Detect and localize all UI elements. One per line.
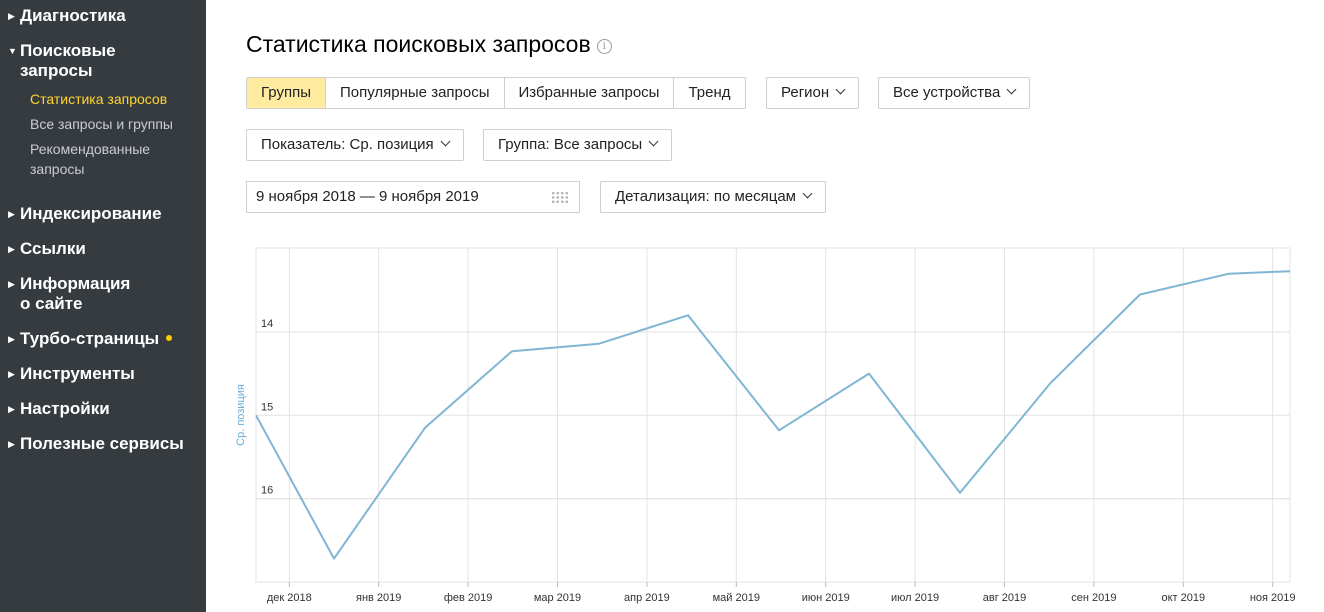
sidebar-item-site-info[interactable]: ▶ Информация о сайте <box>8 274 140 314</box>
sidebar-item-useful-services[interactable]: ▶ Полезные сервисы <box>8 434 184 454</box>
sidebar-subitem-query-stats[interactable]: Статистика запросов <box>30 89 200 109</box>
caret-right-icon: ▶ <box>8 11 15 21</box>
sidebar-item-links[interactable]: ▶ Ссылки <box>8 239 86 259</box>
caret-right-icon: ▶ <box>8 334 15 344</box>
x-tick-label: ноя 2019 <box>1250 592 1296 604</box>
plot-area-frame <box>255 247 1291 583</box>
tab-groups[interactable]: Группы <box>247 78 326 108</box>
sidebar: ▶ Диагностика ▼ Поисковые запросы Статисти… <box>0 0 206 612</box>
page-title: Статистика поисковых запросов i <box>246 31 612 57</box>
y-axis-label: Ср. позиция <box>235 384 247 446</box>
sidebar-item-indexing[interactable]: ▶ Индексирование <box>8 204 162 224</box>
group-dropdown[interactable]: Группа: Все запросы <box>483 129 673 161</box>
y-tick-label: 14 <box>261 318 273 330</box>
devices-dropdown[interactable]: Все устройства <box>878 77 1031 109</box>
chevron-down-icon <box>440 136 451 147</box>
sidebar-item-diagnostics[interactable]: ▶ Диагностика <box>8 6 126 26</box>
sidebar-subitem-recommended[interactable]: Рекомендованные запросы <box>30 139 180 179</box>
info-icon[interactable]: i <box>596 39 612 54</box>
sidebar-item-tools[interactable]: ▶ Инструменты <box>8 364 135 384</box>
date-range-input[interactable]: 9 ноября 2018 — 9 ноября 2019 <box>246 181 580 213</box>
x-tick-label: май 2019 <box>713 592 760 604</box>
y-tick-label: 16 <box>261 485 273 497</box>
chevron-down-icon <box>802 188 813 199</box>
chevron-down-icon <box>1006 84 1017 95</box>
x-tick-label: янв 2019 <box>356 592 401 604</box>
x-tick-label: апр 2019 <box>624 592 670 604</box>
metric-dropdown[interactable]: Показатель: Ср. позиция <box>246 129 464 161</box>
caret-right-icon: ▶ <box>8 279 15 289</box>
chevron-down-icon <box>648 136 659 147</box>
calendar-icon[interactable] <box>551 191 569 204</box>
report-tabs: Группы Популярные запросы Избранные запр… <box>246 77 746 109</box>
x-tick-label: дек 2018 <box>267 592 312 604</box>
sidebar-item-search-queries[interactable]: ▼ Поисковые запросы <box>8 41 130 81</box>
notification-dot-icon <box>166 335 173 341</box>
x-tick-label: сен 2019 <box>1071 592 1116 604</box>
caret-right-icon: ▶ <box>8 439 15 449</box>
sidebar-item-settings[interactable]: ▶ Настройки <box>8 399 110 419</box>
caret-right-icon: ▶ <box>8 244 15 254</box>
x-tick-label: фев 2019 <box>444 592 493 604</box>
tab-favorite-queries[interactable]: Избранные запросы <box>505 78 675 108</box>
caret-right-icon: ▶ <box>8 209 15 219</box>
tab-popular-queries[interactable]: Популярные запросы <box>326 78 505 108</box>
caret-right-icon: ▶ <box>8 404 15 414</box>
x-tick-label: мар 2019 <box>534 592 581 604</box>
x-tick-label: июн 2019 <box>802 592 850 604</box>
sidebar-subitem-all-queries[interactable]: Все запросы и группы <box>30 114 200 134</box>
x-tick-label: авг 2019 <box>983 592 1027 604</box>
x-tick-label: июл 2019 <box>891 592 939 604</box>
caret-down-icon: ▼ <box>8 46 17 56</box>
y-tick-label: 15 <box>261 401 273 413</box>
caret-right-icon: ▶ <box>8 369 15 379</box>
region-dropdown[interactable]: Регион <box>766 77 860 109</box>
series-line <box>255 270 1291 560</box>
chevron-down-icon <box>835 84 846 95</box>
x-tick-label: окт 2019 <box>1161 592 1205 604</box>
detail-dropdown[interactable]: Детализация: по месяцам <box>600 181 826 213</box>
sidebar-item-turbo-pages[interactable]: ▶ Турбо-страницы <box>8 329 173 349</box>
tab-trend[interactable]: Тренд <box>674 78 744 108</box>
